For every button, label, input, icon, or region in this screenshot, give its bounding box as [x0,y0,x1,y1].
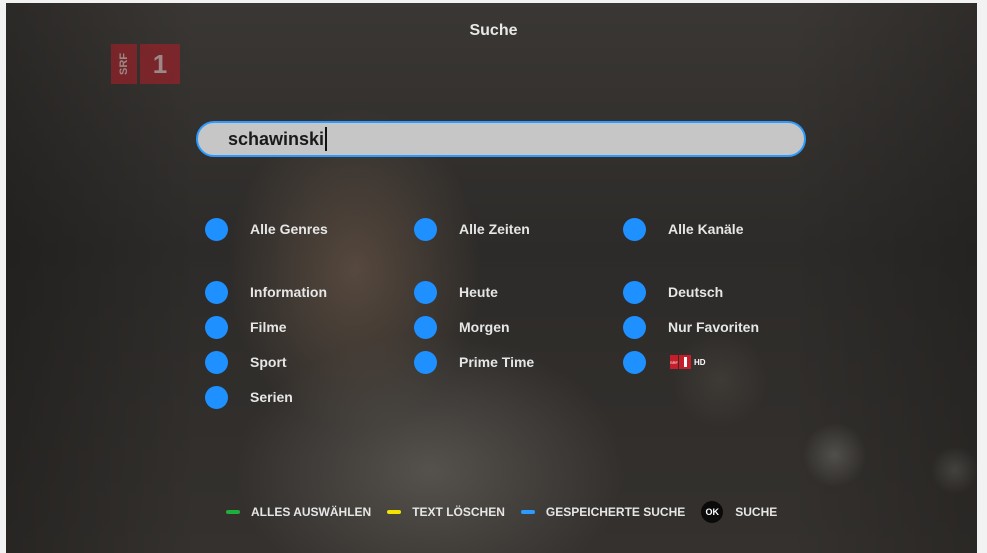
page-title: Suche [469,22,518,39]
frame-edge-left [0,0,6,553]
blue-key-icon [520,510,535,514]
tv-search-screen: Suche SRF 1 schawinski Alle Genres Infor… [0,0,987,553]
option-alle-genres[interactable]: Alle Genres [205,217,328,241]
option-filme[interactable]: Filme [205,315,287,339]
option-label: Alle Genres [250,221,328,237]
radio-dot-icon [623,217,646,241]
radio-dot-icon [205,350,228,374]
radio-dot-icon [414,350,437,374]
radio-dot-icon [205,385,228,409]
hd-logo-part: HD [694,357,706,367]
option-label: Prime Time [459,354,535,370]
option-alle-kanaele[interactable]: Alle Kanäle [623,217,743,241]
hint-label: TEXT LÖSCHEN [412,505,505,519]
radio-dot-icon [205,315,228,339]
hint-green[interactable]: ALLES AUSWÄHLEN [226,505,371,519]
channel-logo-one: 1 [140,44,180,84]
frame-edge-top [0,0,987,3]
option-prime-time[interactable]: Prime Time [414,350,534,374]
option-label: Alle Kanäle [668,221,744,237]
search-input[interactable]: schawinski [196,121,806,157]
option-label: Deutsch [668,284,724,300]
option-channel-srf1-hd[interactable]: SRF HD [623,350,706,374]
text-cursor [325,127,328,151]
option-morgen[interactable]: Morgen [414,315,510,339]
option-label: Alle Zeiten [459,221,530,237]
radio-dot-icon [414,280,437,304]
srf1-hd-logo-icon: SRF HD [670,355,706,369]
option-label: Filme [250,319,287,335]
option-nur-favoriten[interactable]: Nur Favoriten [623,315,759,339]
option-sport[interactable]: Sport [205,350,287,374]
footer-hints: ALLES AUSWÄHLEN TEXT LÖSCHEN GESPEICHERT… [226,500,793,524]
hint-blue[interactable]: GESPEICHERTE SUCHE [520,505,686,519]
option-deutsch[interactable]: Deutsch [623,280,723,304]
frame-edge-right [977,0,987,553]
hint-label: GESPEICHERTE SUCHE [545,505,686,519]
option-label: Information [250,284,327,300]
option-heute[interactable]: Heute [414,280,498,304]
green-key-icon [226,510,240,514]
radio-dot-icon [623,350,646,374]
radio-dot-icon [414,217,437,241]
hint-label: ALLES AUSWÄHLEN [251,505,372,519]
option-alle-zeiten[interactable]: Alle Zeiten [414,217,530,241]
option-label: Nur Favoriten [668,319,760,335]
radio-dot-icon [414,315,437,339]
srf-logo-part: SRF [670,355,678,369]
channel-logo-srf: SRF [111,44,137,84]
option-label: Heute [459,284,498,300]
hint-yellow[interactable]: TEXT LÖSCHEN [387,505,505,519]
option-serien[interactable]: Serien [205,385,293,409]
yellow-key-icon [387,510,402,514]
one-logo-part [679,355,691,369]
radio-dot-icon [623,280,646,304]
radio-dot-icon [623,315,646,339]
radio-dot-icon [205,217,228,241]
channel-logo: SRF 1 [111,44,181,84]
radio-dot-icon [205,280,228,304]
option-information[interactable]: Information [205,280,327,304]
search-input-value: schawinski [228,128,325,149]
option-label: Sport [250,354,287,370]
option-label: Morgen [459,319,510,335]
hint-label: SUCHE [735,505,778,519]
ok-key-icon: OK [701,501,724,523]
hint-ok[interactable]: OK SUCHE [701,501,777,523]
option-label: Serien [250,389,293,405]
